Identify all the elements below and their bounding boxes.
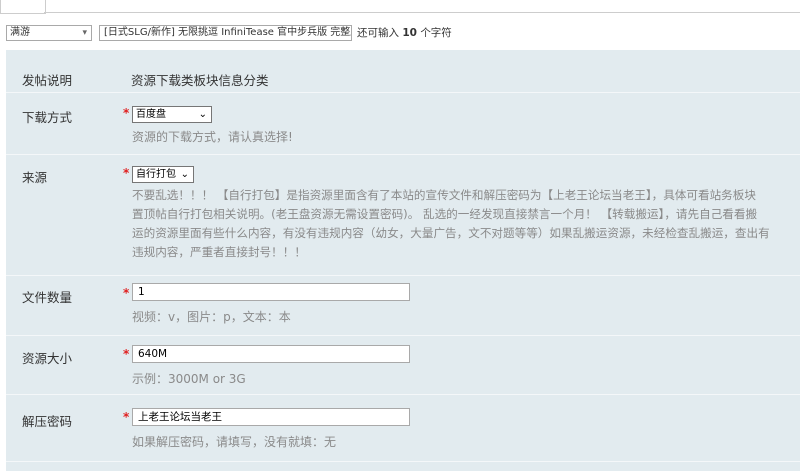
- unzip-password-label: 解压密码: [22, 414, 73, 429]
- source-hint-line: 置顶帖自行打包相关说明。(老王盘资源无需设置密码)。 乱选的一经发现直接禁言一个…: [132, 207, 758, 221]
- required-mark: *: [123, 166, 130, 180]
- file-count-hint: 视频：v，图片：p，文本：本: [132, 310, 291, 324]
- row-file-count: 文件数量 * 1 视频：v，图片：p，文本：本: [6, 276, 800, 336]
- title-char-counter: 还可输入 10 个字符: [357, 25, 452, 41]
- post-type-value: 满游: [10, 27, 30, 38]
- post-type-select[interactable]: 满游 ▾: [6, 25, 92, 41]
- post-tab[interactable]: [0, 0, 46, 14]
- unzip-password-hint: 如果解压密码，请填写，没有就填：无: [132, 435, 337, 449]
- required-mark: *: [123, 410, 130, 424]
- post-desc-label: 发帖说明: [22, 73, 73, 88]
- row-source: 来源 * 自行打包 ⌄ 不要乱选！！！ 【自行打包】是指资源里面含有了本站的宣传…: [6, 155, 800, 276]
- source-hint-line: 运的资源里面有些什么内容，有没有违规内容（幼女，大量广告，文不对题等等）如果乱搬…: [132, 226, 770, 240]
- counter-prefix: 还可输入: [357, 27, 399, 39]
- row-resource-size: 资源大小 * 640M 示例：3000M or 3G: [6, 336, 800, 395]
- source-hint-line: 不要乱选！！！ 【自行打包】是指资源里面含有了本站的宣传文件和解压密码为【上老王…: [132, 188, 756, 202]
- resource-size-value: 640M: [138, 348, 168, 360]
- download-method-value: 百度盘: [136, 109, 166, 120]
- source-select[interactable]: 自行打包 ⌄: [132, 166, 194, 183]
- post-desc-value: 资源下载类板块信息分类: [131, 73, 269, 88]
- source-hint-line: 违规内容，严重者直接封号！！！: [132, 245, 306, 259]
- unzip-password-input[interactable]: 上老王论坛当老王: [132, 408, 410, 426]
- chevron-down-icon: ⌄: [198, 109, 207, 120]
- source-value: 自行打包: [136, 169, 176, 180]
- row-post-desc: 发帖说明 资源下载类板块信息分类: [6, 50, 800, 93]
- counter-suffix: 个字符: [420, 27, 452, 39]
- post-title-input[interactable]: [日式SLG/新作] 无限挑逗 InfiniTease 官中步兵版 完整版: [99, 25, 352, 41]
- resource-size-input[interactable]: 640M: [132, 345, 410, 363]
- file-count-value: 1: [138, 286, 145, 298]
- row-unzip-password: 解压密码 * 上老王论坛当老王 如果解压密码，请填写，没有就填：无: [6, 395, 800, 462]
- resource-size-label: 资源大小: [22, 351, 73, 366]
- post-info-form: 发帖说明 资源下载类板块信息分类 下载方式 * 百度盘 ⌄ 资源的下载方式，请认…: [6, 50, 800, 471]
- required-mark: *: [123, 347, 130, 361]
- post-title-value: [日式SLG/新作] 无限挑逗 InfiniTease 官中步兵版 完整版: [104, 27, 352, 38]
- source-hint: 不要乱选！！！ 【自行打包】是指资源里面含有了本站的宣传文件和解压密码为【上老王…: [132, 186, 800, 262]
- download-method-label: 下载方式: [22, 110, 73, 125]
- required-mark: *: [123, 106, 130, 120]
- file-count-input[interactable]: 1: [132, 283, 410, 301]
- counter-number: 10: [402, 27, 417, 39]
- tab-divider: [44, 12, 800, 13]
- resource-size-hint: 示例：3000M or 3G: [132, 372, 246, 386]
- chevron-down-icon: ▾: [82, 28, 87, 38]
- chevron-down-icon: ⌄: [180, 169, 189, 180]
- download-method-select[interactable]: 百度盘 ⌄: [132, 106, 212, 123]
- unzip-password-value: 上老王论坛当老王: [138, 411, 222, 423]
- file-count-label: 文件数量: [22, 290, 73, 305]
- row-download-method: 下载方式 * 百度盘 ⌄ 资源的下载方式，请认真选择!: [6, 93, 800, 155]
- source-label: 来源: [22, 170, 48, 185]
- download-method-hint: 资源的下载方式，请认真选择!: [132, 130, 293, 144]
- required-mark: *: [123, 286, 130, 300]
